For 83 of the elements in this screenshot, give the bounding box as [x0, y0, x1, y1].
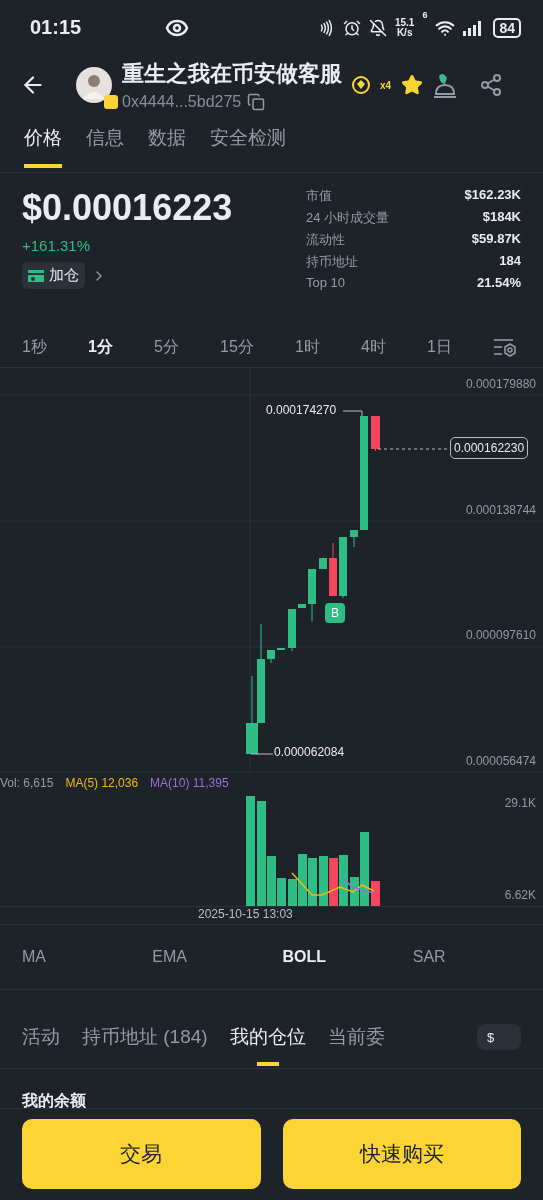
- candle: [308, 568, 316, 622]
- position-tab[interactable]: 活动: [22, 1024, 60, 1062]
- candle: [267, 649, 275, 664]
- add-position-button[interactable]: 加仓: [22, 262, 85, 289]
- candle: [277, 647, 285, 651]
- axis-tick-label: 0.000056474: [465, 754, 536, 768]
- axis-tick-label: 0.000138744: [465, 503, 536, 517]
- axis-tick-label: 6.62K: [504, 888, 536, 902]
- battery-level: 84: [493, 17, 521, 38]
- candle: [329, 542, 337, 597]
- interval-tab[interactable]: 4时: [360, 336, 386, 358]
- stat-value: 21.54%: [475, 275, 521, 290]
- volume-bar: [329, 858, 338, 906]
- contract-address: 0x4444...5bd275: [122, 93, 242, 111]
- candle: [371, 415, 380, 452]
- interval-tab[interactable]: 1分: [88, 336, 113, 358]
- interval-tab[interactable]: 1日: [427, 336, 452, 358]
- stat-value: $184K: [481, 209, 521, 226]
- avatar: [76, 67, 112, 103]
- stat-label: Top 10: [306, 275, 347, 290]
- axis-tick-label: 0.000097610: [465, 628, 536, 642]
- wallet-icon: [28, 268, 44, 283]
- network-speed: 15.1 K/s: [394, 17, 415, 38]
- level-label: x4: [380, 79, 392, 91]
- coin-icon: [352, 76, 370, 94]
- price-change: +161.31%: [22, 237, 91, 254]
- tab[interactable]: 价格: [24, 115, 62, 168]
- stat-value: $59.87K: [470, 231, 521, 248]
- candle: [288, 608, 296, 652]
- alarm-icon: [342, 18, 361, 37]
- token-title: 重生之我在币安做客服: [122, 60, 342, 88]
- stat-label: 持币地址: [306, 253, 359, 271]
- star-icon[interactable]: [401, 74, 424, 96]
- copy-icon[interactable]: [247, 93, 266, 111]
- high-price-label: 0.000174270: [266, 403, 337, 417]
- candle: [339, 536, 347, 599]
- candle: [319, 557, 327, 570]
- share-icon[interactable]: [479, 73, 504, 97]
- indicator-tab[interactable]: EMA: [152, 948, 283, 966]
- action-button[interactable]: 交易: [22, 1119, 261, 1189]
- axis-tick-label: 29.1K: [504, 796, 536, 810]
- stat-label: 流动性: [306, 231, 346, 249]
- leader-line: [250, 753, 274, 755]
- volume-bar: [339, 855, 348, 906]
- indicator-tab[interactable]: BOLL: [282, 948, 413, 966]
- volume-legend: MA(5) 12,036: [65, 776, 139, 790]
- interval-tab[interactable]: 1秒: [22, 336, 47, 358]
- interval-tab[interactable]: 5分: [154, 336, 179, 358]
- volume-bar: [319, 856, 328, 906]
- section-title: 我的余额: [21, 1091, 87, 1111]
- currency-toggle[interactable]: $: [477, 1024, 521, 1050]
- volume-bar: [308, 858, 317, 906]
- interval-tab[interactable]: 15分: [220, 336, 254, 358]
- position-tab[interactable]: 持币地址 (184): [82, 1024, 208, 1062]
- token-price: $0.00016223: [22, 187, 234, 229]
- volume-legend: Vol: 6,615: [0, 776, 54, 790]
- bell-hand-icon[interactable]: [433, 72, 458, 98]
- indicator-tab[interactable]: MA: [22, 948, 153, 966]
- axis-tick-label: 0.000179880: [465, 377, 536, 391]
- candle: [350, 529, 358, 548]
- volume-bar: [371, 881, 380, 906]
- position-tab[interactable]: 当前委: [327, 1024, 385, 1062]
- low-price-label: 0.000062084: [274, 745, 345, 759]
- stat-value: 184: [498, 253, 521, 270]
- tab[interactable]: 数据: [148, 115, 186, 168]
- bell-off-icon: [368, 18, 387, 37]
- volume-legend: MA(10) 11,395: [150, 776, 229, 790]
- leader-line: [342, 410, 363, 417]
- chart-settings-icon[interactable]: [493, 337, 517, 357]
- tab[interactable]: 信息: [86, 115, 124, 168]
- time-axis-label: 2025-10-15 13:03: [198, 907, 293, 921]
- action-button[interactable]: 快速购买: [282, 1119, 521, 1189]
- status-time: 01:15: [30, 16, 82, 39]
- indicator-tab[interactable]: SAR: [412, 948, 543, 966]
- stat-label: 市值: [306, 187, 333, 205]
- last-price-tag: 0.000162230: [450, 437, 529, 459]
- verified-badge: [104, 95, 118, 109]
- candle: [298, 603, 306, 609]
- stat-label: 24 小时成交量: [306, 209, 391, 227]
- wifi-label: 6: [422, 10, 428, 20]
- tab[interactable]: 安全检测: [210, 115, 286, 168]
- stat-value: $162.23K: [464, 187, 521, 204]
- interval-tab[interactable]: 1时: [294, 336, 320, 358]
